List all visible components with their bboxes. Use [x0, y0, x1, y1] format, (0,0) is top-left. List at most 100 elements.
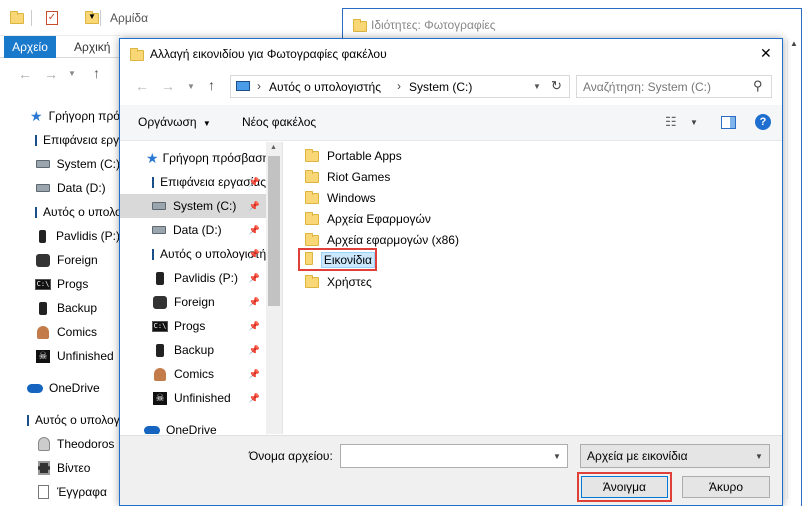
organize-button[interactable]: Οργάνωση ▼	[138, 115, 211, 129]
drive-icon	[152, 226, 166, 234]
phone-icon	[156, 343, 164, 357]
quick-access-dropdown-icon[interactable]: ▼	[88, 12, 96, 21]
recent-dropdown-icon[interactable]: ▼	[187, 82, 195, 91]
new-folder-button[interactable]: Νέος φακέλος	[242, 115, 316, 129]
properties-scrollbar[interactable]: ▲	[787, 39, 799, 499]
folder-icon	[130, 48, 144, 61]
nav-item-label[interactable]: Επιφάνεια εργασίας	[43, 133, 120, 147]
nav-item-data-d[interactable]: Data (D:) 📌	[120, 218, 266, 242]
list-item[interactable]: Αρχεία εφαρμογών (x86)	[305, 230, 459, 250]
search-box[interactable]: Αναζήτηση: System (C:) ⚲	[576, 75, 772, 98]
nav-item-label[interactable]: Βίντεο	[57, 461, 90, 475]
pin-icon: 📌	[248, 320, 260, 331]
filename-field[interactable]: ▼	[340, 444, 568, 468]
list-item[interactable]: Riot Games	[305, 167, 390, 187]
nav-item-progs[interactable]: C:\ Progs 📌	[120, 314, 266, 338]
document-icon	[38, 485, 49, 499]
monitor-icon	[35, 134, 37, 146]
skull-icon: ☠	[36, 349, 50, 363]
nav-item-this-pc[interactable]: Αυτός ο υπολογιστής 📌	[120, 242, 266, 266]
skull-icon: ☠	[153, 391, 167, 405]
list-item[interactable]: Χρήστες	[305, 272, 372, 292]
properties-window-title: Ιδιότητες: Φωτογραφίες	[371, 18, 496, 32]
nav-item-label[interactable]: Αυτός ο υπολογιστής	[43, 205, 120, 219]
list-item[interactable]: Portable Apps	[305, 146, 402, 166]
cancel-button[interactable]: Άκυρο	[682, 476, 770, 498]
nav-item-label[interactable]: Έγγραφα	[57, 485, 107, 499]
nav-item-foreign[interactable]: Foreign 📌	[120, 290, 266, 314]
nav-item-label[interactable]: Pavlidis (P:)	[56, 229, 120, 243]
nav-item-label[interactable]: Unfinished	[57, 349, 114, 363]
up-arrow-icon[interactable]: ↑	[208, 77, 215, 93]
nav-item-label[interactable]: Theodoros	[57, 437, 114, 451]
chevron-down-icon[interactable]: ▼	[553, 452, 561, 461]
chevron-right-icon[interactable]: ›	[257, 79, 261, 93]
file-list: Portable Apps Riot Games Windows Αρχεία …	[283, 142, 782, 434]
address-bar[interactable]: › Αυτός ο υπολογιστής › System (C:) ▼ ↻	[230, 75, 570, 98]
address-dropdown-icon[interactable]: ▼	[533, 82, 541, 91]
drive-icon	[36, 160, 50, 168]
open-button[interactable]: Άνοιγμα	[581, 476, 668, 498]
nav-item-backup[interactable]: Backup 📌	[120, 338, 266, 362]
nav-item-label[interactable]: Comics	[57, 325, 97, 339]
preview-pane-icon[interactable]	[721, 116, 736, 129]
file-name: Portable Apps	[327, 149, 402, 163]
folder-icon	[305, 148, 319, 162]
nav-item-label[interactable]: Γρήγορη πρόσβαση	[49, 109, 120, 123]
file-name: Εικονίδια	[320, 251, 375, 268]
list-item-selected[interactable]: Εικονίδια	[298, 248, 377, 271]
nav-item-unfinished[interactable]: ☠ Unfinished 📌	[120, 386, 266, 410]
nav-item-label[interactable]: Data (D:)	[57, 181, 106, 195]
back-arrow-icon[interactable]: ←	[18, 66, 32, 82]
chevron-right-icon[interactable]: ›	[397, 79, 401, 93]
nav-item-label[interactable]: Foreign	[57, 253, 98, 267]
view-options-icon[interactable]: ☷	[665, 114, 677, 130]
forward-arrow-icon[interactable]: →	[44, 66, 58, 82]
video-icon	[38, 461, 50, 475]
search-input[interactable]: Αναζήτηση: System (C:)	[583, 80, 711, 94]
list-item[interactable]: Windows	[305, 188, 376, 208]
pin-icon: 📌	[248, 248, 260, 259]
scroll-up-icon[interactable]: ▲	[270, 144, 277, 151]
nav-scrollbar[interactable]: ▲	[266, 142, 282, 434]
bg-title-bar: ✓ ▼ Αρμίδα	[0, 0, 148, 36]
close-icon[interactable]: ✕	[760, 45, 772, 62]
nav-item-desktop[interactable]: Επιφάνεια εργασίας 📌	[120, 170, 266, 194]
refresh-icon[interactable]: ↻	[551, 78, 562, 94]
chevron-down-icon[interactable]: ▼	[690, 118, 698, 127]
scroll-up-icon[interactable]: ▲	[790, 39, 798, 48]
console-icon: C:\	[35, 278, 51, 290]
nav-item-pavlidis[interactable]: Pavlidis (P:) 📌	[120, 266, 266, 290]
scrollbar-thumb[interactable]	[268, 156, 280, 306]
nav-item-label[interactable]: Progs	[57, 277, 88, 291]
nav-item-label[interactable]: OneDrive	[49, 381, 100, 395]
search-icon[interactable]: ⚲	[753, 78, 763, 94]
pin-icon: 📌	[248, 272, 260, 283]
dropdown-icon[interactable]: ▼	[68, 69, 76, 78]
nav-item-onedrive[interactable]: OneDrive	[120, 418, 282, 434]
up-arrow-icon[interactable]: ↑	[93, 65, 100, 81]
chevron-down-icon: ▼	[755, 452, 763, 461]
filetype-select[interactable]: Αρχεία με εικονίδια ▼	[580, 444, 770, 468]
breadcrumb-system-c[interactable]: System (C:)	[409, 80, 472, 94]
properties-check-icon[interactable]: ✓	[46, 11, 58, 25]
forward-arrow-icon[interactable]: →	[161, 78, 175, 94]
nav-item-label[interactable]: System (C:)	[57, 157, 120, 171]
ribbon-tab-file[interactable]: Αρχείο	[4, 36, 56, 58]
nav-item-comics[interactable]: Comics 📌	[120, 362, 266, 386]
chevron-down-icon: ▼	[202, 119, 211, 128]
help-icon[interactable]: ?	[755, 114, 771, 130]
ribbon-tab-home[interactable]: Αρχική	[74, 40, 110, 54]
breadcrumb-this-pc[interactable]: Αυτός ο υπολογιστής	[269, 80, 381, 94]
nav-item-label[interactable]: Backup	[57, 301, 97, 315]
folder-icon	[305, 190, 319, 204]
filename-label: Όνομα αρχείου:	[249, 449, 333, 463]
nav-item-label[interactable]: Αυτός ο υπολογιστής	[35, 413, 120, 427]
list-item[interactable]: Αρχεία Εφαρμογών	[305, 209, 431, 229]
dialog-title: Αλλαγή εικονιδίου για Φωτογραφίες φακέλο…	[150, 47, 387, 61]
back-arrow-icon[interactable]: ←	[135, 78, 149, 94]
nav-item-system-c[interactable]: System (C:) 📌	[120, 194, 266, 218]
nav-item-quick-access[interactable]: ★ Γρήγορη πρόσβαση	[120, 146, 282, 170]
computer-icon	[236, 81, 250, 91]
background-explorer-window: ✓ ▼ Αρμίδα Αρχείο Αρχική ← → ▼ ↑ ★ Γρήγορ…	[0, 0, 148, 506]
